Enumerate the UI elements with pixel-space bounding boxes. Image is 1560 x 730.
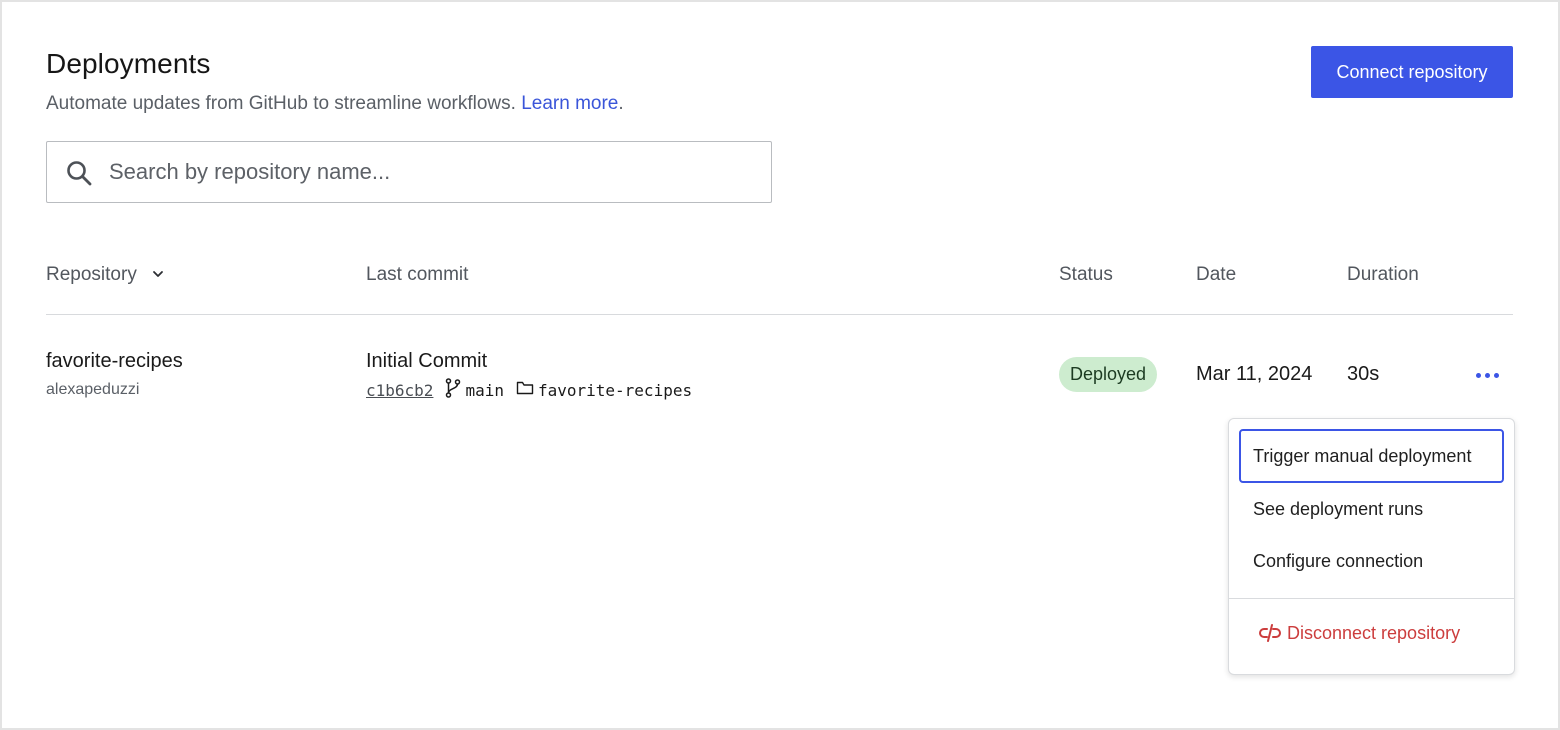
- commit-meta: c1b6cb2 main favorite-recipes: [366, 378, 692, 402]
- repository-owner: alexapeduzzi: [46, 381, 140, 398]
- column-header-repository[interactable]: Repository: [46, 264, 164, 286]
- unlink-icon: [1259, 624, 1281, 642]
- search-input[interactable]: [109, 152, 749, 192]
- connect-repository-button[interactable]: Connect repository: [1311, 46, 1513, 98]
- column-header-date: Date: [1196, 264, 1237, 285]
- branch-icon: [445, 378, 461, 402]
- menu-item-configure-connection[interactable]: Configure connection: [1239, 534, 1504, 588]
- folder-icon: [516, 380, 534, 400]
- chevron-down-icon: [152, 262, 164, 284]
- disconnect-label: Disconnect repository: [1287, 622, 1461, 643]
- column-header-last-commit: Last commit: [366, 264, 469, 285]
- subtitle-period: .: [618, 93, 624, 114]
- repository-name: favorite-recipes: [46, 350, 183, 372]
- commit-hash-link[interactable]: c1b6cb2: [366, 381, 433, 400]
- menu-item-see-deployment-runs[interactable]: See deployment runs: [1239, 482, 1504, 536]
- menu-divider: [1229, 598, 1514, 599]
- page-title: Deployments: [46, 48, 211, 79]
- status-badge: Deployed: [1059, 357, 1158, 392]
- branch-name: main: [465, 380, 504, 400]
- subtitle-text: Automate updates from GitHub to streamli…: [46, 93, 516, 114]
- table-header-divider: [46, 314, 1513, 315]
- more-dots-icon: [1475, 372, 1481, 378]
- menu-item-trigger-manual-deployment[interactable]: Trigger manual deployment: [1239, 429, 1504, 483]
- search-box[interactable]: [46, 141, 772, 203]
- deployment-duration: 30s: [1347, 363, 1380, 385]
- more-actions-button[interactable]: [1470, 364, 1504, 386]
- menu-item-disconnect-repository[interactable]: Disconnect repository: [1257, 622, 1460, 644]
- folder-name: favorite-recipes: [537, 380, 693, 400]
- column-header-duration: Duration: [1347, 264, 1419, 285]
- learn-more-link[interactable]: Learn more: [521, 93, 618, 114]
- column-header-status: Status: [1059, 264, 1113, 285]
- commit-title: Initial Commit: [366, 350, 488, 372]
- page-subtitle: Automate updates from GitHub to streamli…: [46, 93, 624, 115]
- column-header-repository-label: Repository: [46, 264, 137, 286]
- actions-menu: Trigger manual deployment See deployment…: [1228, 418, 1515, 675]
- search-icon: [67, 161, 92, 186]
- deployment-date: Mar 11, 2024: [1196, 363, 1313, 385]
